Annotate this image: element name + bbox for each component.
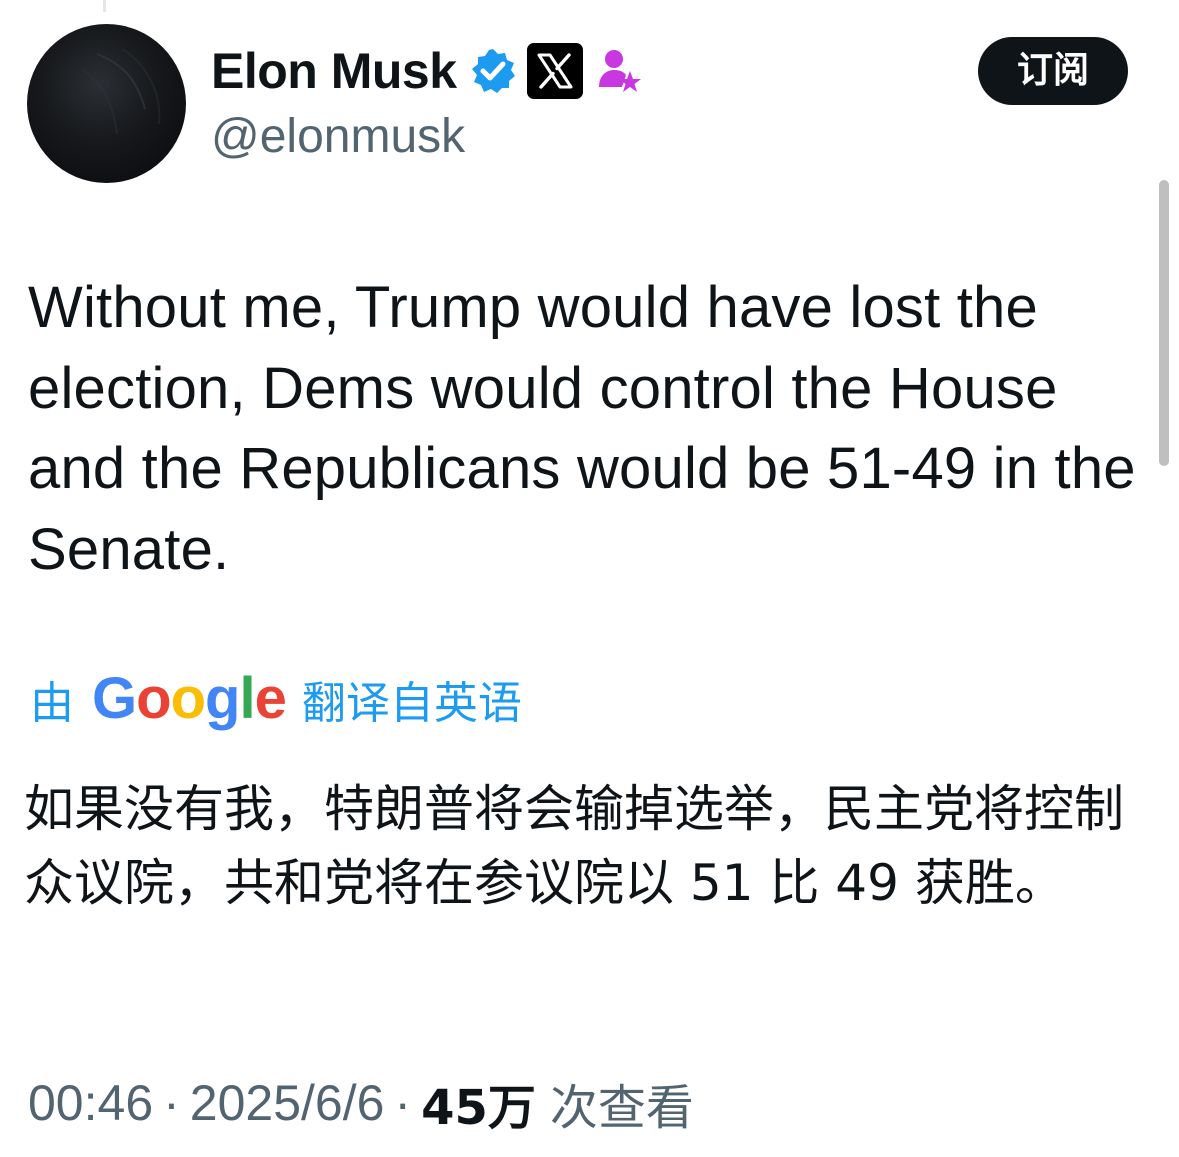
view-label: 次查看 (549, 1080, 694, 1136)
verified-checkmark-icon[interactable] (469, 47, 517, 95)
meta-separator: · (394, 1075, 412, 1131)
translated-text: 如果没有我，特朗普将会输掉选举，民主党将控制众议院，共和党将在参议院以 51 比… (24, 780, 1124, 912)
x-logo-icon[interactable] (526, 43, 583, 99)
translation-prefix: 由 (30, 678, 74, 729)
person-star-icon[interactable] (597, 47, 643, 95)
tweet-meta: 00:46 · 2025/6/6 · 45万 次查看 (28, 1070, 694, 1136)
author-name-row: Elon Musk (211, 38, 643, 104)
view-count[interactable]: 45万 (421, 1068, 536, 1138)
top-divider (103, 0, 106, 12)
tweet-date[interactable]: 2025/6/6 (190, 1074, 385, 1132)
tweet-time[interactable]: 00:46 (28, 1074, 153, 1132)
meta-separator: · (163, 1075, 180, 1131)
subscribe-button[interactable]: 订阅 (978, 37, 1128, 105)
tweet-text: Without me, Trump would have lost the el… (28, 275, 1136, 582)
scrollbar[interactable] (1159, 180, 1169, 466)
google-logo: Google (92, 666, 287, 731)
avatar[interactable] (27, 24, 186, 183)
translation-attribution[interactable]: 由 Google 翻译自英语 (30, 666, 522, 732)
display-name[interactable]: Elon Musk (211, 38, 457, 104)
author-handle[interactable]: @elonmusk (211, 108, 465, 166)
translation-suffix: 翻译自英语 (301, 678, 522, 729)
avatar-image (81, 48, 161, 135)
